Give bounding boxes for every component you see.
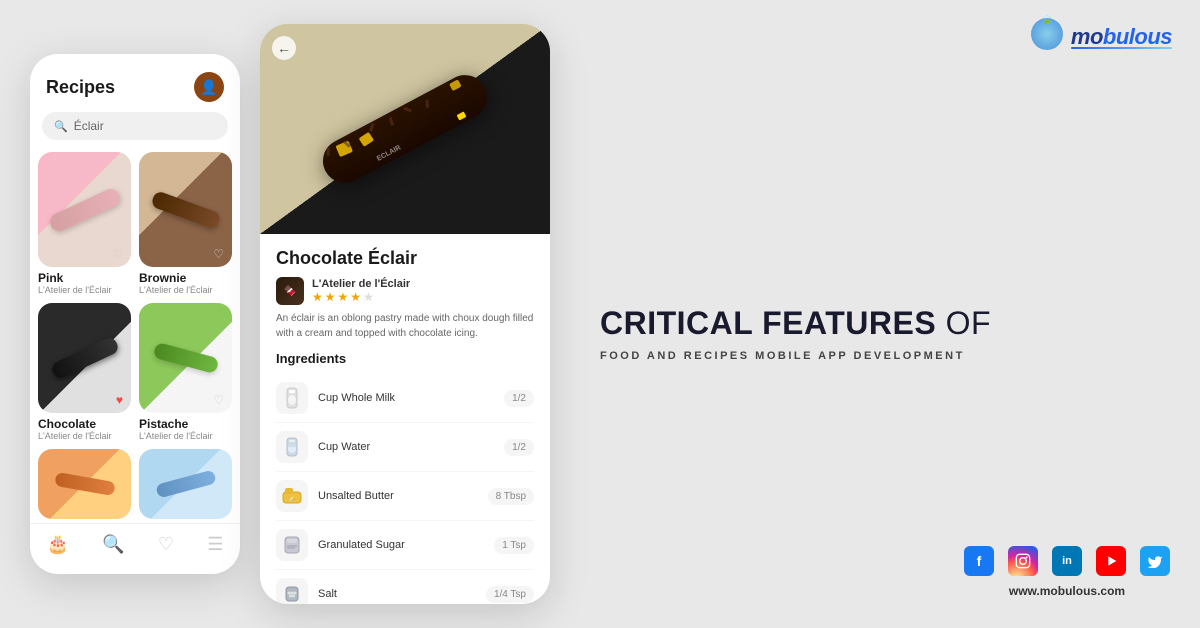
recipe-name-pistache: Pistache xyxy=(139,417,232,431)
search-bar[interactable]: 🔍 Éclair xyxy=(42,112,228,140)
star-4: ★ xyxy=(350,290,361,304)
ingredient-icon-water xyxy=(276,431,308,463)
features-block: CRITICAL FEATURES OF FOOD AND RECIPES MO… xyxy=(600,304,991,364)
features-of: OF xyxy=(946,305,991,341)
recipe-card-brownie[interactable]: ♡ Brownie L'Atelier de l'Éclair xyxy=(139,152,232,295)
ingredient-icon-salt xyxy=(276,578,308,604)
star-1: ★ xyxy=(312,290,323,304)
bottom-nav: 🎂 🔍 ♡ ☰ xyxy=(30,523,240,565)
detail-content: Chocolate Éclair 🍫 L'Atelier de l'Éclair… xyxy=(260,234,550,604)
ingredient-water: Cup Water 1/2 xyxy=(276,423,534,472)
ingredient-name-sugar: Granulated Sugar xyxy=(318,539,484,551)
recipe-title: Chocolate Éclair xyxy=(276,248,534,269)
main-layout: Recipes 👤 🔍 Éclair xyxy=(0,0,1200,628)
facebook-icon[interactable]: f xyxy=(964,546,994,576)
phone-recipes-list: Recipes 👤 🔍 Éclair xyxy=(30,54,240,574)
social-bar: f in www.mobulous.com xyxy=(964,546,1170,598)
linkedin-icon[interactable]: in xyxy=(1052,546,1082,576)
recipe-description: An éclair is an oblong pastry made with … xyxy=(276,311,534,341)
ingredient-name-milk: Cup Whole Milk xyxy=(318,392,494,404)
ingredient-sugar: Granulated Sugar 1 Tsp xyxy=(276,521,534,570)
ingredient-icon-milk xyxy=(276,382,308,414)
ingredient-amount-water: 1/2 xyxy=(504,439,534,456)
recipe-author-chocolate: L'Atelier de l'Éclair xyxy=(38,431,131,441)
recipe-author-brownie: L'Atelier de l'Éclair xyxy=(139,285,232,295)
recipe-name-pink: Pink xyxy=(38,271,131,285)
ingredient-icon-sugar xyxy=(276,529,308,561)
heart-chocolate[interactable]: ♥ xyxy=(116,393,123,407)
ingredient-name-butter: Unsalted Butter xyxy=(318,490,478,502)
user-avatar[interactable]: 👤 xyxy=(194,72,224,102)
ingredient-amount-butter: 8 Tbsp xyxy=(488,488,534,505)
ingredient-name-water: Cup Water xyxy=(318,441,494,453)
recipe-card-chocolate[interactable]: ♥ Chocolate L'Atelier de l'Éclair xyxy=(38,303,131,441)
phone1-title: Recipes xyxy=(46,77,115,98)
chef-row: 🍫 L'Atelier de l'Éclair ★ ★ ★ ★ ★ xyxy=(276,277,534,305)
chef-name: L'Atelier de l'Éclair xyxy=(312,278,410,290)
twitter-icon[interactable] xyxy=(1140,546,1170,576)
ingredient-salt: Salt 1/4 Tsp xyxy=(276,570,534,604)
search-value: Éclair xyxy=(74,119,104,133)
features-critical: CRITICAL FEATURES xyxy=(600,305,936,341)
chef-avatar: 🍫 xyxy=(276,277,304,305)
ingredient-name-salt: Salt xyxy=(318,588,476,600)
heart-pink[interactable]: ♡ xyxy=(112,247,123,261)
nav-menu[interactable]: ☰ xyxy=(207,534,223,555)
star-2: ★ xyxy=(325,290,336,304)
nav-search[interactable]: 🔍 xyxy=(102,534,124,555)
instagram-icon[interactable] xyxy=(1008,546,1038,576)
recipe-card-extra2 xyxy=(139,449,232,519)
star-3: ★ xyxy=(338,290,349,304)
recipe-card-extra1 xyxy=(38,449,131,519)
recipe-author-pink: L'Atelier de l'Éclair xyxy=(38,285,131,295)
ingredient-milk: Cup Whole Milk 1/2 xyxy=(276,374,534,423)
ingredients-heading: Ingredients xyxy=(276,351,534,366)
nav-home[interactable]: 🎂 xyxy=(47,534,69,555)
nav-favorites[interactable]: ♡ xyxy=(158,534,174,555)
brand-name-text: mobulous xyxy=(1071,24,1172,49)
search-icon: 🔍 xyxy=(54,120,68,133)
recipe-name-chocolate: Chocolate xyxy=(38,417,131,431)
svg-text:🧈: 🧈 xyxy=(288,496,296,503)
phones-container: Recipes 👤 🔍 Éclair xyxy=(30,24,550,604)
youtube-icon[interactable] xyxy=(1096,546,1126,576)
website-url[interactable]: www.mobulous.com xyxy=(1009,584,1125,598)
features-subheading: FOOD AND RECIPES MOBILE APP DEVELOPMENT xyxy=(600,349,991,364)
ingredient-icon-butter: 🧈 xyxy=(276,480,308,512)
rating-stars: ★ ★ ★ ★ ★ xyxy=(312,290,410,304)
ingredient-amount-salt: 1/4 Tsp xyxy=(486,586,534,603)
phone-recipe-detail: ECLAIR ← Chocolate Éclair 🍫 L'Atelier de… xyxy=(260,24,550,604)
recipe-card-pink[interactable]: ♡ Pink L'Atelier de l'Éclair xyxy=(38,152,131,295)
recipe-author-pistache: L'Atelier de l'Éclair xyxy=(139,431,232,441)
brand-logo: 🍃 mobulous xyxy=(1031,18,1172,54)
recipe-card-pistache[interactable]: ♡ Pistache L'Atelier de l'Éclair xyxy=(139,303,232,441)
ingredient-amount-milk: 1/2 xyxy=(504,390,534,407)
detail-hero: ECLAIR ← xyxy=(260,24,550,234)
star-5: ★ xyxy=(363,290,374,304)
heart-pistache[interactable]: ♡ xyxy=(213,393,224,407)
social-icons-row: f in xyxy=(964,546,1170,576)
ingredient-amount-sugar: 1 Tsp xyxy=(494,537,534,554)
right-content: CRITICAL FEATURES OF FOOD AND RECIPES MO… xyxy=(570,264,1170,364)
recipe-name-brownie: Brownie xyxy=(139,271,232,285)
features-heading: CRITICAL FEATURES OF xyxy=(600,304,991,342)
heart-brownie[interactable]: ♡ xyxy=(213,247,224,261)
phone1-header: Recipes 👤 xyxy=(30,54,240,112)
ingredient-butter: 🧈 Unsalted Butter 8 Tbsp xyxy=(276,472,534,521)
back-button[interactable]: ← xyxy=(272,36,296,60)
